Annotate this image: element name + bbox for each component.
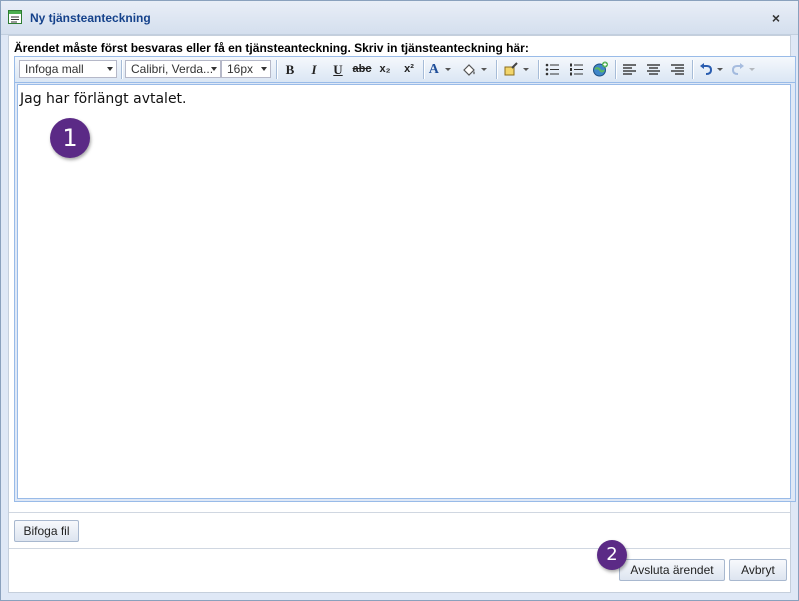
- toolbar-separator: [121, 60, 123, 79]
- align-right-icon: [670, 64, 684, 75]
- editor-toolbar: Infoga mall Calibri, Verda... 16px B I U…: [15, 57, 795, 83]
- note-editor-area[interactable]: Jag har förlängt avtalet.: [17, 84, 791, 499]
- font-color-button[interactable]: A: [427, 61, 453, 78]
- title-bar[interactable]: Ny tjänsteanteckning ×: [1, 1, 798, 35]
- font-family-select[interactable]: Calibri, Verda...: [125, 60, 221, 78]
- redo-icon: [732, 63, 745, 76]
- bold-button[interactable]: B: [281, 61, 299, 78]
- superscript-button[interactable]: x²: [400, 61, 418, 78]
- toolbar-separator: [615, 60, 617, 79]
- attach-file-button[interactable]: Bifoga fil: [14, 520, 79, 542]
- close-case-button[interactable]: Avsluta ärendet: [619, 559, 725, 581]
- note-icon: [8, 10, 22, 24]
- cancel-button[interactable]: Avbryt: [729, 559, 787, 581]
- template-select[interactable]: Infoga mall: [19, 60, 117, 78]
- numbered-list-button[interactable]: [567, 61, 585, 78]
- highlight-color-button[interactable]: [459, 61, 489, 78]
- insert-link-button[interactable]: [591, 61, 609, 78]
- font-size-value: 16px: [227, 62, 254, 76]
- chevron-down-icon: [261, 67, 267, 71]
- toolbar-separator: [496, 60, 498, 79]
- font-size-select[interactable]: 16px: [221, 60, 271, 78]
- underline-button[interactable]: U: [329, 61, 347, 78]
- chevron-down-icon: [107, 67, 113, 71]
- html-editor: Infoga mall Calibri, Verda... 16px B I U…: [14, 56, 796, 502]
- undo-icon: [700, 63, 713, 76]
- font-color-icon: A: [428, 62, 439, 77]
- chevron-down-icon: [748, 68, 755, 72]
- align-left-button[interactable]: [620, 61, 638, 78]
- italic-button[interactable]: I: [305, 61, 323, 78]
- strikethrough-button[interactable]: abc: [351, 61, 373, 78]
- toolbar-separator: [276, 60, 278, 79]
- numbered-list-icon: [569, 63, 583, 76]
- chevron-down-icon: [716, 68, 723, 72]
- attachment-bar: Bifoga fil: [9, 512, 790, 549]
- annotation-badge-2: 2: [597, 540, 627, 570]
- close-icon[interactable]: ×: [772, 10, 780, 26]
- globe-link-icon: [592, 61, 608, 77]
- bullet-list-icon: [545, 64, 559, 76]
- format-paint-button[interactable]: [501, 61, 531, 78]
- chevron-down-icon: [480, 68, 487, 72]
- chevron-down-icon: [211, 67, 217, 71]
- toolbar-separator: [423, 60, 425, 79]
- align-right-button[interactable]: [668, 61, 686, 78]
- align-center-button[interactable]: [644, 61, 662, 78]
- paint-bucket-icon: [463, 63, 476, 76]
- template-select-value: Infoga mall: [25, 62, 84, 76]
- instruction-text: Ärendet måste först besvaras eller få en…: [14, 41, 529, 55]
- undo-button[interactable]: [697, 61, 725, 78]
- annotation-badge-1: 1: [50, 118, 90, 158]
- font-family-value: Calibri, Verda...: [131, 62, 214, 76]
- format-brush-icon: [504, 62, 519, 76]
- chevron-down-icon: [522, 68, 529, 72]
- note-text[interactable]: Jag har förlängt avtalet.: [20, 91, 187, 107]
- toolbar-separator: [538, 60, 540, 79]
- align-center-icon: [646, 64, 660, 75]
- toolbar-separator: [692, 60, 694, 79]
- align-left-icon: [622, 64, 636, 75]
- dialog-body: Ärendet måste först besvaras eller få en…: [8, 35, 796, 593]
- chevron-down-icon: [445, 68, 452, 72]
- subscript-button[interactable]: x₂: [376, 61, 394, 78]
- bullet-list-button[interactable]: [543, 61, 561, 78]
- dialog-title: Ny tjänsteanteckning: [30, 11, 151, 25]
- redo-button[interactable]: [729, 61, 757, 78]
- dialog-window: Ny tjänsteanteckning × Ärendet måste för…: [0, 0, 799, 601]
